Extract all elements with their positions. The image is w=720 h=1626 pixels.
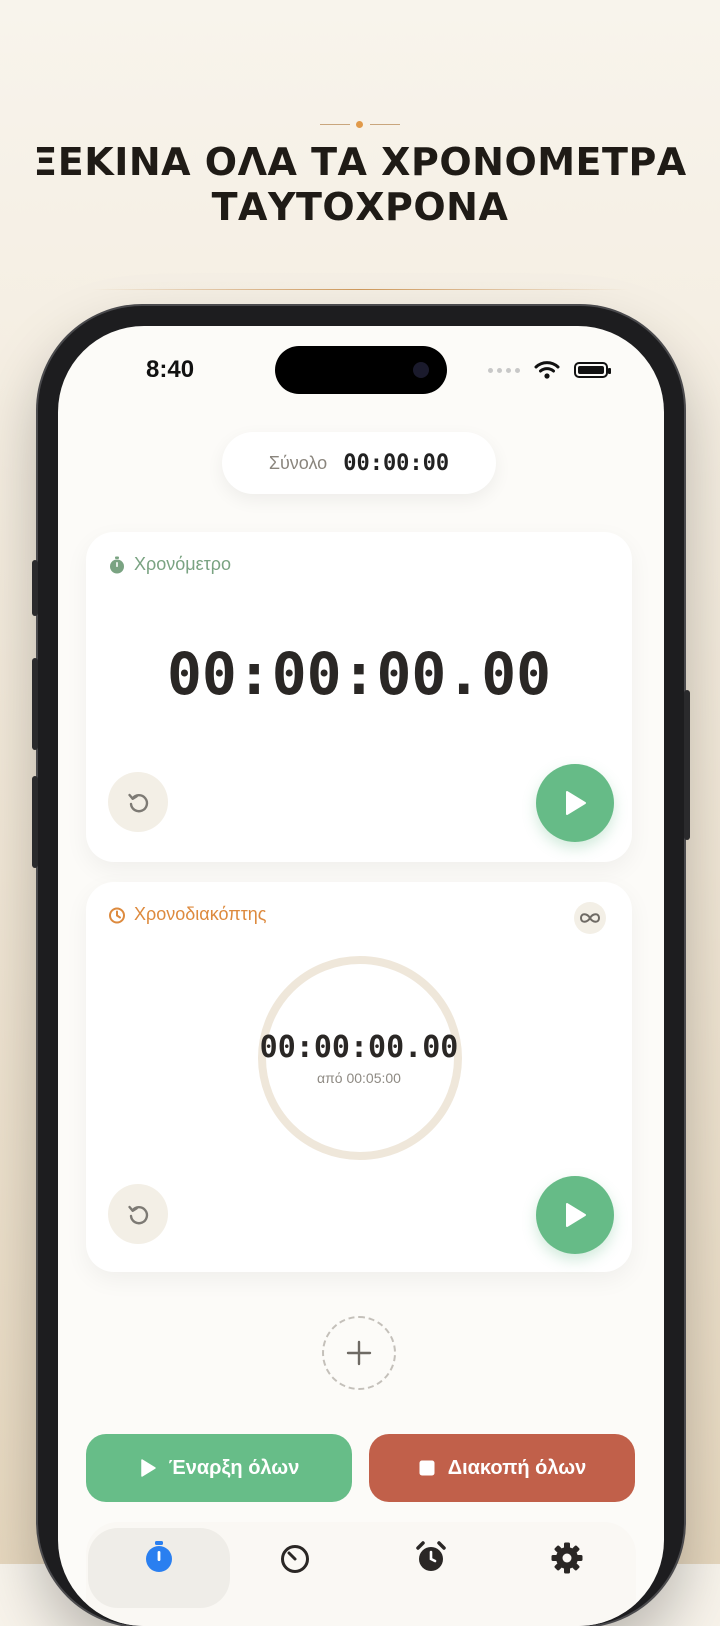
battery-icon (574, 362, 611, 378)
stopwatch-header: Χρονόμετρο (108, 554, 231, 575)
timer-play-button[interactable] (536, 1176, 614, 1254)
stopwatch-icon (146, 1541, 172, 1572)
headline-line-1: ΞΕΚΙΝΑ ΟΛΑ ΤΑ ΧΡΟΝΟΜΕΤΡΑ (33, 140, 687, 184)
headline: ΞΕΚΙΝΑ ΟΛΑ ΤΑ ΧΡΟΝΟΜΕΤΡΑ ΤΑΥΤΟΧΡΟΝΑ (0, 140, 720, 230)
stopwatch-play-button[interactable] (536, 764, 614, 842)
play-icon (566, 791, 586, 815)
infinity-icon (579, 913, 601, 923)
volume-up-button (32, 658, 38, 750)
divider (90, 289, 630, 290)
mute-switch (32, 560, 38, 616)
reset-icon (128, 793, 149, 813)
start-all-button[interactable]: Έναρξη όλων (86, 1434, 352, 1502)
play-icon (566, 1203, 586, 1227)
play-icon (140, 1459, 156, 1477)
signal-icon (488, 367, 520, 373)
headline-line-2: ΤΑΥΤΟΧΡΟΝΑ (211, 185, 509, 229)
stopwatch-icon (110, 556, 124, 573)
total-summary: Σύνολο 00:00:00 (222, 432, 496, 494)
tab-settings[interactable] (498, 1522, 636, 1626)
tab-alarm[interactable] (362, 1522, 500, 1626)
tab-stopwatch[interactable] (88, 1522, 230, 1626)
wifi-icon (534, 361, 560, 379)
app-screen: 8:40 Σύνολο 00:00:00 Χρονόμετρο 00:00:00… (58, 326, 664, 1626)
power-button (684, 690, 690, 840)
phone-frame: 8:40 Σύνολο 00:00:00 Χρονόμετρο 00:00:00… (32, 306, 690, 1626)
repeat-toggle[interactable] (574, 902, 606, 934)
tab-timer[interactable] (226, 1522, 364, 1626)
stopwatch-reset-button[interactable] (108, 772, 168, 832)
timer-card: Χρονοδιακόπτης 00:00:00.00 από 00:05:00 (86, 882, 632, 1272)
reset-icon (128, 1205, 149, 1225)
total-value: 00:00:00 (343, 450, 450, 476)
add-timer-button[interactable] (322, 1316, 396, 1390)
start-all-label: Έναρξη όλων (168, 1456, 300, 1479)
dynamic-island (275, 346, 447, 394)
status-indicators (488, 360, 611, 380)
stop-all-label: Διακοπή όλων (447, 1456, 587, 1479)
timer-header: Χρονοδιακόπτης (108, 904, 266, 925)
stop-all-button[interactable]: Διακοπή όλων (369, 1434, 635, 1502)
stopwatch-time: 00:00:00.00 (166, 640, 552, 708)
volume-down-button (32, 776, 38, 868)
stopwatch-title: Χρονόμετρο (134, 554, 232, 574)
timer-title: Χρονοδιακόπτης (134, 904, 267, 924)
tab-bar (86, 1522, 636, 1626)
timer-reset-button[interactable] (108, 1184, 168, 1244)
stopwatch-card: Χρονόμετρο 00:00:00.00 (86, 532, 632, 862)
total-label: Σύνολο (268, 452, 328, 473)
timer-time: 00:00:00.00 (259, 1030, 459, 1065)
timer-icon (109, 907, 125, 923)
status-time: 8:40 (146, 356, 195, 383)
stop-icon (419, 1460, 435, 1476)
plus-icon (346, 1340, 372, 1366)
alarm-icon (416, 1541, 446, 1571)
gear-icon (551, 1542, 583, 1574)
top-ornament (320, 118, 400, 132)
timer-duration: από 00:05:00 (317, 1070, 401, 1086)
timer-icon (281, 1545, 309, 1573)
